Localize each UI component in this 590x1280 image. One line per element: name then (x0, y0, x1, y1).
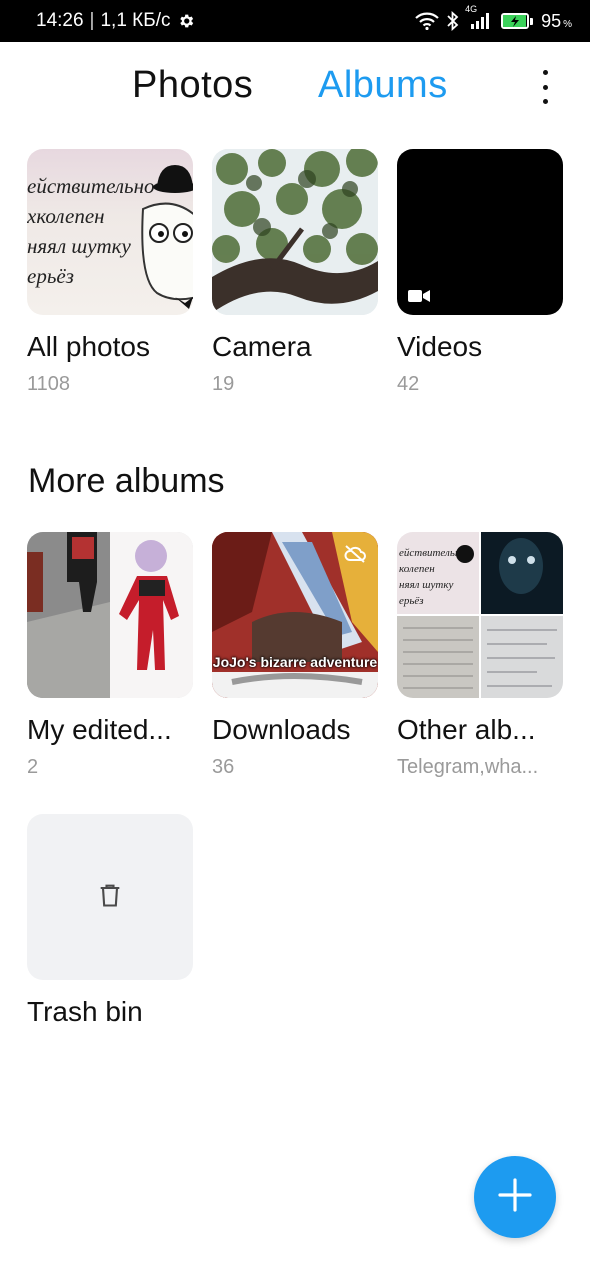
album-thumbnail-downloads[interactable]: JoJo's bizarre adventure (212, 532, 378, 698)
other-albums-grid: ействительноколепенняял шуткуерьёз (397, 532, 563, 698)
album-other-albums[interactable]: ействительно колепен няял шутку ерьёз Other… (397, 532, 563, 778)
album-thumbnail-tree[interactable] (212, 149, 378, 315)
battery-icon (501, 13, 534, 29)
album-count: Telegram,wha... (397, 756, 539, 778)
tree-photo (212, 149, 378, 315)
status-bar: 14:26 | 1,1 КБ/с 4G 95% (0, 0, 590, 42)
status-left: 14:26 | 1,1 КБ/с (36, 0, 195, 42)
album-thumbnail-other[interactable]: ействительно колепен няял шутку ерьёз (397, 532, 563, 698)
svg-text:ерьёз: ерьёз (399, 595, 424, 607)
album-camera[interactable]: Camera 19 (212, 149, 378, 395)
bluetooth-icon (447, 11, 459, 31)
album-count: 2 (27, 756, 39, 778)
status-divider: | (89, 10, 95, 31)
battery-percent-sign: % (563, 18, 572, 30)
svg-text:колепен: колепен (399, 563, 435, 575)
album-thumbnail-video[interactable] (397, 149, 563, 315)
more-options-icon[interactable] (538, 70, 552, 104)
video-camera-icon (408, 289, 430, 308)
wifi-icon (415, 12, 439, 30)
album-name: Videos (397, 331, 483, 362)
cloud-off-icon (344, 544, 366, 569)
status-right: 4G 95% (415, 0, 572, 42)
album-name: My edited... (27, 714, 172, 745)
album-count: 19 (212, 373, 235, 395)
album-all-photos[interactable]: ействительно хколепен няял шутку ерьёз A… (27, 149, 193, 395)
app-header: Photos Albums (0, 42, 590, 134)
tab-photos[interactable]: Photos (132, 64, 253, 107)
album-count: 42 (397, 373, 420, 395)
trash-icon (96, 881, 124, 914)
meme-face-illustration (141, 165, 193, 309)
svg-text:няял шутку: няял шутку (399, 579, 454, 591)
album-count: 36 (212, 756, 235, 778)
add-album-button[interactable] (474, 1156, 556, 1238)
plus-icon (498, 1177, 532, 1217)
album-my-edited[interactable]: My edited... 2 (27, 532, 193, 778)
album-trash-bin[interactable]: Trash bin (27, 814, 193, 1027)
jojo-caption: JoJo's bizarre adventure (212, 654, 378, 670)
edited-photo-collage (27, 532, 193, 698)
album-videos[interactable]: Videos 42 (397, 149, 563, 395)
album-count: 1108 (27, 373, 71, 395)
status-time: 14:26 (36, 10, 84, 31)
network-type: 4G (465, 4, 478, 14)
album-name: Downloads (212, 714, 351, 745)
album-name: Trash bin (27, 996, 143, 1027)
gear-icon (177, 12, 195, 30)
album-downloads[interactable]: JoJo's bizarre adventure Downloads 36 (212, 532, 378, 778)
cellular-signal-icon: 4G (465, 4, 493, 30)
album-name: All photos (27, 331, 150, 362)
more-albums-heading: More albums (28, 462, 225, 500)
battery-percent: 95 (541, 10, 562, 31)
tab-albums[interactable]: Albums (318, 64, 448, 107)
album-name: Other alb... (397, 714, 536, 745)
status-speed: 1,1 КБ/с (100, 10, 171, 31)
album-thumbnail-meme[interactable]: ействительно хколепен няял шутку ерьёз (27, 149, 193, 315)
album-thumbnail-trash[interactable] (27, 814, 193, 980)
album-thumbnail-edited[interactable] (27, 532, 193, 698)
album-name: Camera (212, 331, 312, 362)
